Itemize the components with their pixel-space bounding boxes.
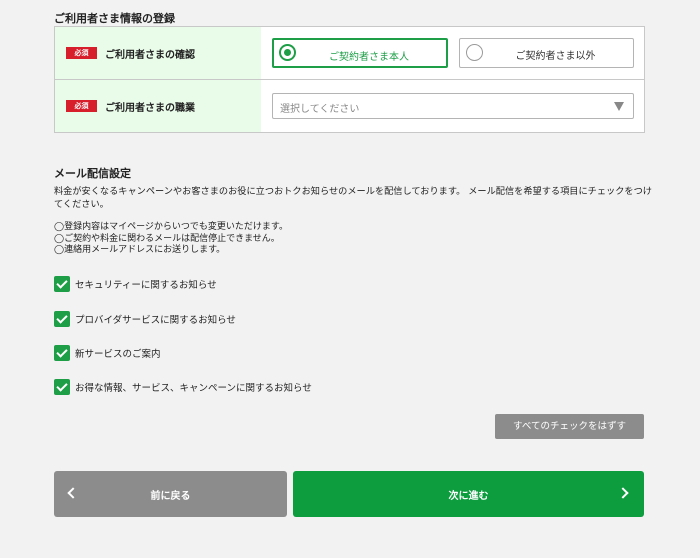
occupation-row: 必須 ご利用者さまの職業 選択してください [55, 80, 644, 132]
radio-contract-holder-label: ご契約者さま本人 [329, 52, 409, 63]
mail-settings-description: 料金が安くなるキャンペーンやお客さまのお役に立つおトクお知らせのメールを配信して… [54, 186, 652, 210]
occupation-select[interactable]: 選択してください [272, 93, 634, 119]
required-badge: 必須 [66, 47, 97, 59]
occupation-label: ご利用者さまの職業 [105, 103, 195, 114]
checkmark-icon [54, 276, 70, 292]
next-button[interactable]: 次に進む [293, 471, 644, 517]
mail-settings-title: メール配信設定 [54, 167, 131, 180]
checkbox-label: セキュリティーに関するお知らせ [75, 280, 217, 291]
checkmark-icon [54, 379, 70, 395]
triangle-down-icon [614, 102, 624, 111]
user-info-form: 必須 ご利用者さまの確認 ご契約者さま本人 ご契約者さま以外 必須 ご利用者さま… [54, 26, 645, 133]
confirm-label-cell: 必須 ご利用者さまの確認 [55, 27, 261, 79]
back-button-label: 前に戻る [150, 491, 191, 502]
confirm-label: ご利用者さまの確認 [105, 50, 195, 61]
checkmark-icon [54, 345, 70, 361]
occupation-select-placeholder: 選択してください [280, 104, 360, 115]
confirm-row: 必須 ご利用者さまの確認 ご契約者さま本人 ご契約者さま以外 [55, 27, 644, 80]
note-line: ◯連絡用メールアドレスにお送りします。 [54, 245, 226, 255]
radio-other-person-label: ご契約者さま以外 [515, 51, 596, 62]
uncheck-all-button[interactable]: すべてのチェックをはずす [495, 414, 644, 439]
checkbox-label: プロバイダサービスに関するお知らせ [75, 315, 236, 326]
note-line: ◯ご契約や料金に関わるメールは配信停止できません。 [54, 233, 280, 244]
checkmark-icon [54, 311, 70, 327]
checkbox-label: 新サービスのご案内 [75, 349, 161, 360]
back-button[interactable]: 前に戻る [54, 471, 287, 517]
checkbox-label: お得な情報、サービス、キャンペーンに関するお知らせ [75, 383, 312, 394]
user-info-section-title: ご利用者さま情報の登録 [54, 12, 175, 25]
required-badge: 必須 [66, 100, 97, 112]
radio-other-person[interactable]: ご契約者さま以外 [459, 38, 634, 68]
occupation-label-cell: 必須 ご利用者さまの職業 [55, 80, 261, 132]
mail-notes: ◯登録内容はマイページからいつでも変更いただけます。 ◯ご契約や料金に関わるメー… [54, 222, 554, 257]
radio-contract-holder[interactable]: ご契約者さま本人 [272, 38, 448, 68]
note-line: ◯登録内容はマイページからいつでも変更いただけます。 [54, 222, 288, 232]
next-button-label: 次に進む [448, 491, 489, 502]
